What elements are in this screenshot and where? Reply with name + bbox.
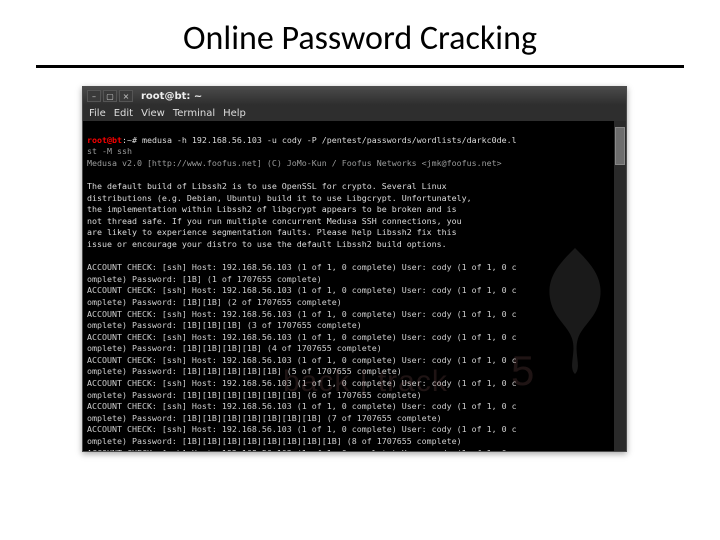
- command-line-1: medusa -h 192.168.56.103 -u cody -P /pen…: [137, 135, 517, 145]
- title-divider: [36, 65, 684, 68]
- account-check-line: ACCOUNT CHECK: [ssh] Host: 192.168.56.10…: [87, 309, 517, 319]
- terminal-window: – ▢ × root@bt: ~ File Edit View Terminal…: [82, 86, 627, 452]
- warning-line: issue or encourage your distro to use th…: [87, 239, 447, 249]
- close-button[interactable]: ×: [119, 90, 133, 102]
- prompt-user: root@bt: [87, 135, 122, 145]
- scrollbar[interactable]: [614, 121, 626, 451]
- account-check-line: omplete) Password: [1B][1B][1B][1B][1B] …: [87, 366, 402, 376]
- account-check-line: ACCOUNT CHECK: [ssh] Host: 192.168.56.10…: [87, 332, 517, 342]
- maximize-button[interactable]: ▢: [103, 90, 117, 102]
- menu-help[interactable]: Help: [223, 108, 246, 119]
- account-check-line: omplete) Password: [1B] (1 of 1707655 co…: [87, 274, 322, 284]
- minimize-button[interactable]: –: [87, 90, 101, 102]
- account-check-line: omplete) Password: [1B][1B][1B][1B][1B][…: [87, 390, 422, 400]
- warning-line: The default build of Libssh2 is to use O…: [87, 181, 447, 191]
- account-check-line: ACCOUNT CHECK: [ssh] Host: 192.168.56.10…: [87, 378, 517, 388]
- account-check-line: ACCOUNT CHECK: [ssh] Host: 192.168.56.10…: [87, 424, 517, 434]
- menu-file[interactable]: File: [89, 108, 106, 119]
- account-check-line: ACCOUNT CHECK: [ssh] Host: 192.168.56.10…: [87, 448, 517, 451]
- window-titlebar: – ▢ × root@bt: ~: [83, 87, 626, 105]
- window-title: root@bt: ~: [141, 91, 202, 102]
- menu-view[interactable]: View: [141, 108, 165, 119]
- warning-line: not thread safe. If you run multiple con…: [87, 216, 462, 226]
- menubar: File Edit View Terminal Help: [83, 105, 626, 121]
- account-check-line: omplete) Password: [1B][1B][1B][1B][1B][…: [87, 413, 442, 423]
- account-check-line: ACCOUNT CHECK: [ssh] Host: 192.168.56.10…: [87, 355, 517, 365]
- account-check-line: ACCOUNT CHECK: [ssh] Host: 192.168.56.10…: [87, 285, 517, 295]
- prompt-path: :~#: [122, 135, 137, 145]
- account-check-line: omplete) Password: [1B][1B] (2 of 170765…: [87, 297, 342, 307]
- dragon-logo-icon: [530, 241, 620, 381]
- menu-edit[interactable]: Edit: [114, 108, 133, 119]
- account-check-line: omplete) Password: [1B][1B][1B] (3 of 17…: [87, 320, 362, 330]
- warning-line: the implementation within Libssh2 of lib…: [87, 204, 457, 214]
- warning-line: are likely to experience segmentation fa…: [87, 227, 457, 237]
- slide-title: Online Password Cracking: [0, 0, 720, 65]
- banner-line: Medusa v2.0 [http://www.foofus.net] (C) …: [87, 158, 502, 168]
- backtrack-watermark-number: 5: [511, 365, 534, 377]
- scrollbar-thumb[interactable]: [615, 127, 625, 165]
- account-check-line: omplete) Password: [1B][1B][1B][1B] (4 o…: [87, 343, 382, 353]
- menu-terminal[interactable]: Terminal: [173, 108, 215, 119]
- account-check-line: ACCOUNT CHECK: [ssh] Host: 192.168.56.10…: [87, 262, 517, 272]
- warning-line: distributions (e.g. Debian, Ubuntu) buil…: [87, 193, 472, 203]
- terminal-output[interactable]: root@bt:~# medusa -h 192.168.56.103 -u c…: [83, 121, 626, 451]
- account-check-line: ACCOUNT CHECK: [ssh] Host: 192.168.56.10…: [87, 401, 517, 411]
- account-check-line: omplete) Password: [1B][1B][1B][1B][1B][…: [87, 436, 462, 446]
- command-line-2: st -M ssh: [87, 146, 132, 156]
